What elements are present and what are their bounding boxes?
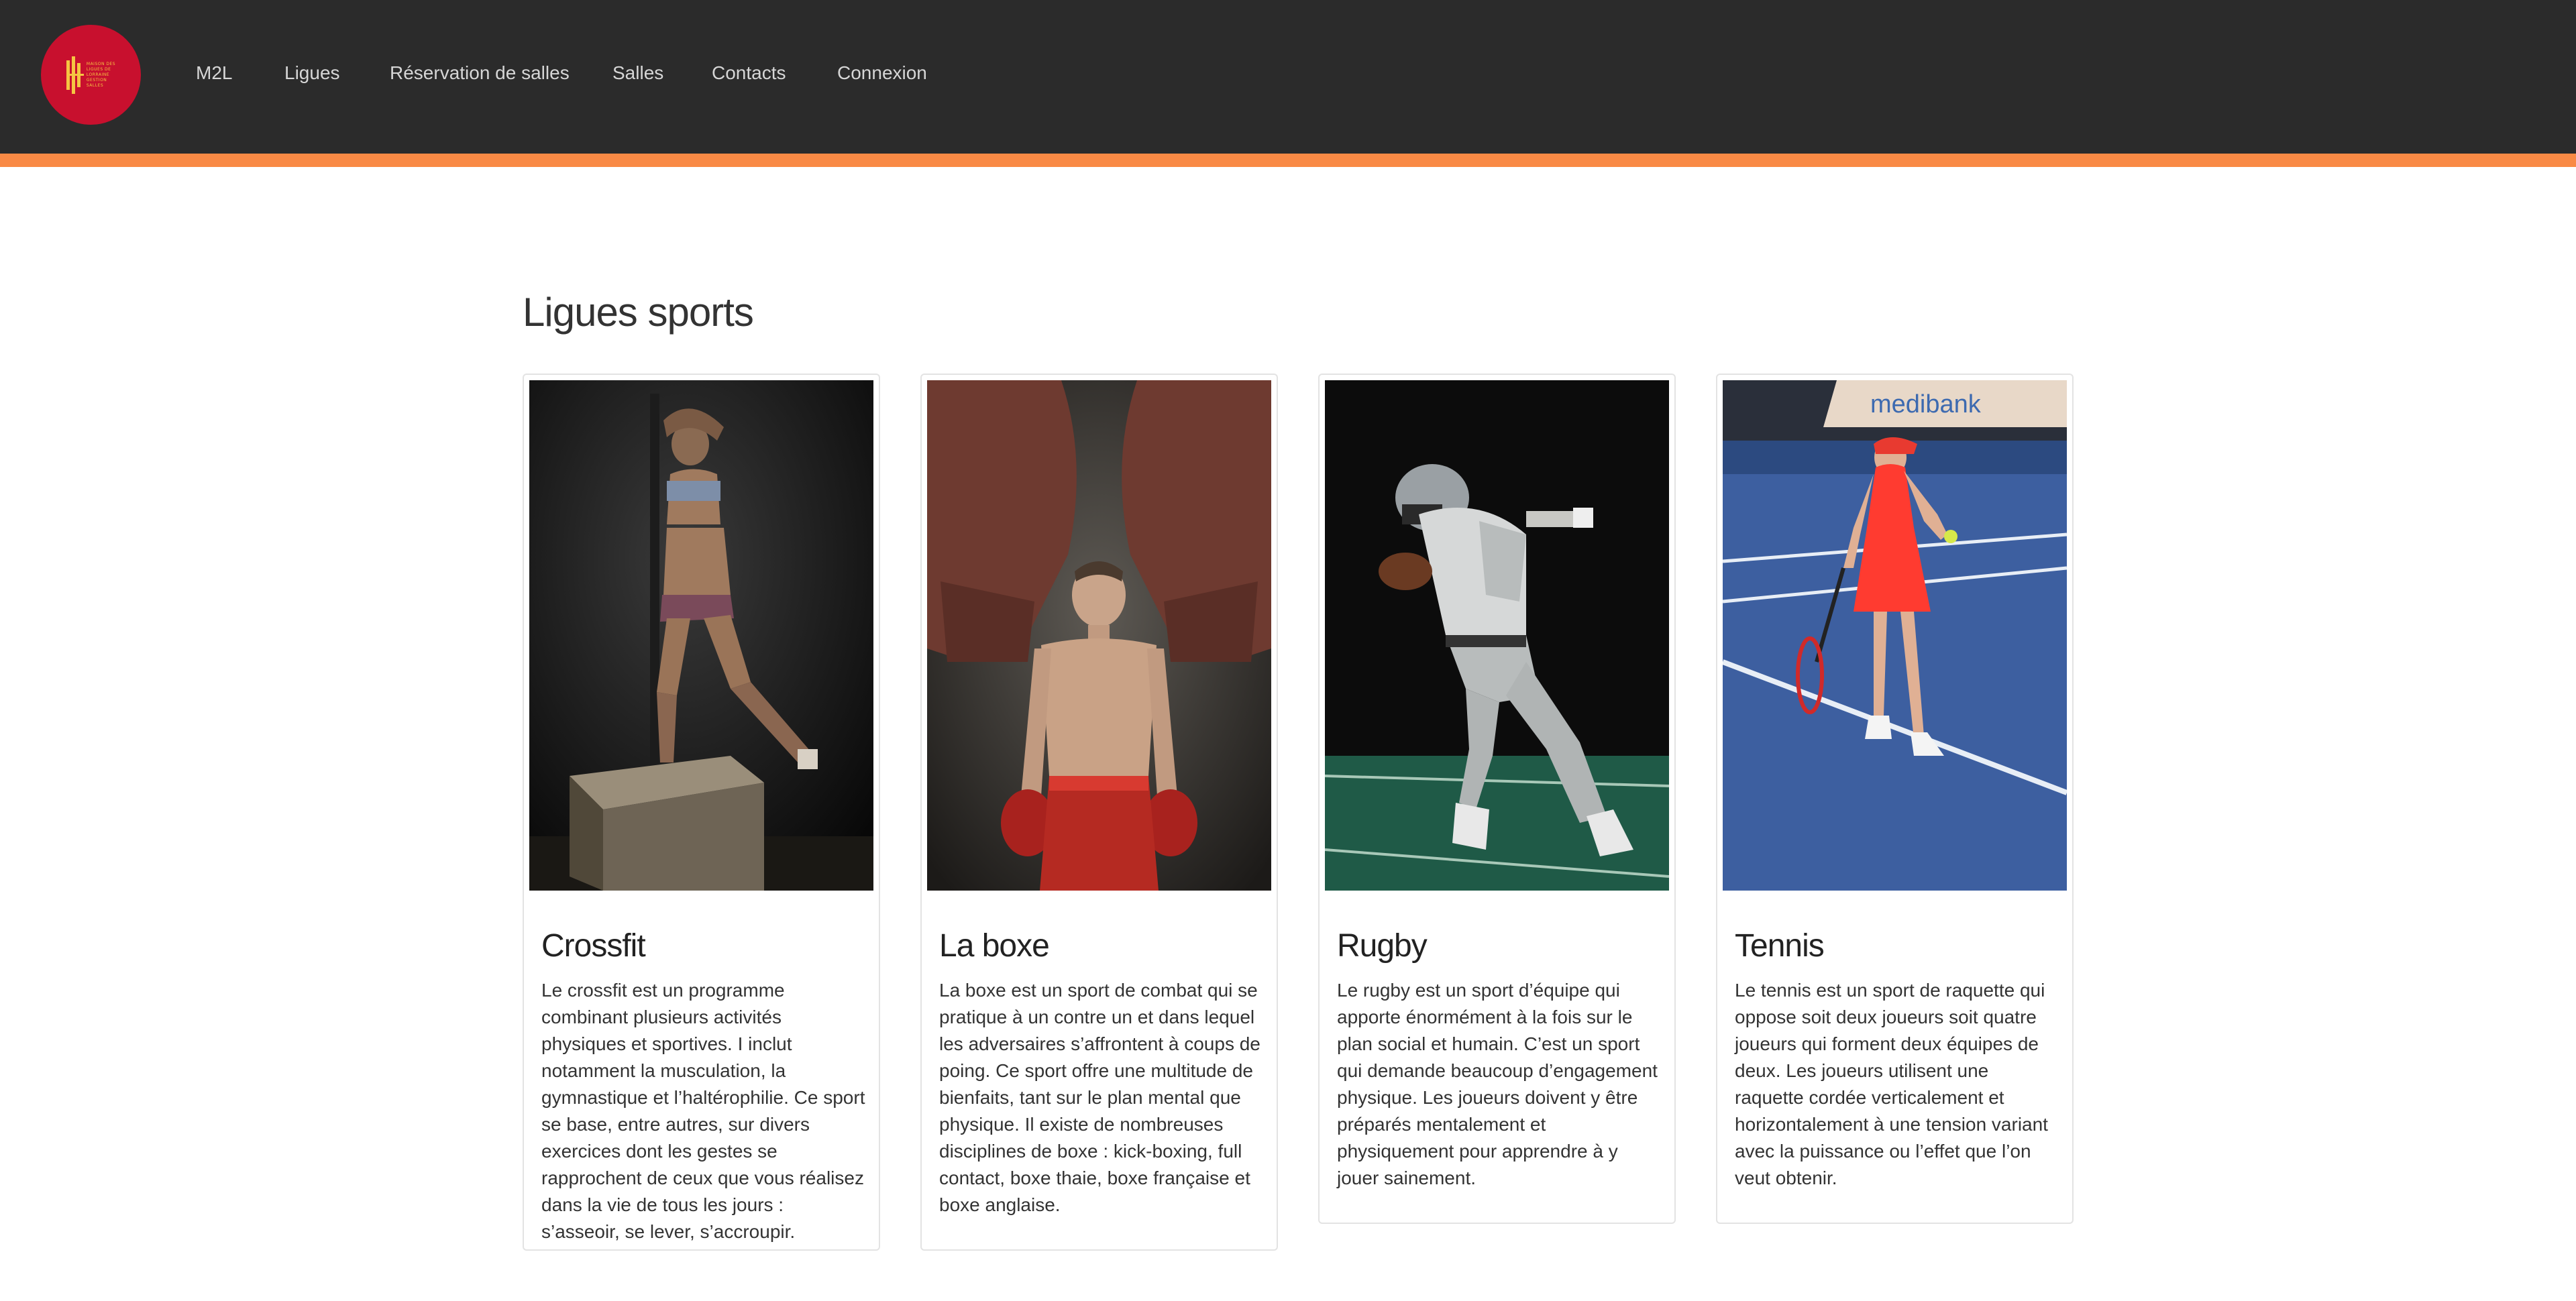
card-boxe[interactable]: La boxe La boxe est un sport de combat q… (920, 374, 1278, 1251)
card-crossfit[interactable]: Crossfit Le crossfit est un programme co… (523, 374, 880, 1251)
card-description: Le crossfit est un programme combinant p… (541, 980, 865, 1242)
card-description: Le rugby est un sport d’équipe qui appor… (1337, 980, 1658, 1188)
card-title: Tennis (1735, 928, 1825, 964)
nav-item-m2l[interactable]: M2L (196, 62, 232, 84)
navbar: MAISON DES LIGUES DE LORRAINE GESTION SA… (0, 0, 2576, 167)
boxing-image (927, 380, 1271, 891)
page-title: Ligues sports (523, 290, 754, 335)
nav-item-connexion[interactable]: Connexion (837, 62, 927, 84)
nav-item-contacts[interactable]: Contacts (712, 62, 786, 84)
card-title: La boxe (939, 928, 1050, 964)
nav-item-ligues[interactable]: Ligues (284, 62, 340, 84)
card-description: La boxe est un sport de combat qui se pr… (939, 980, 1260, 1215)
card-description: Le tennis est un sport de raquette qui o… (1735, 980, 2048, 1188)
card-title: Rugby (1337, 928, 1428, 964)
tennis-image: medibank (1723, 380, 2067, 891)
crossfit-image (529, 380, 873, 891)
card-title: Crossfit (541, 928, 646, 964)
card-tennis[interactable]: medibank Tennis Le tennis est un sport d… (1716, 374, 2074, 1224)
nav-item-salles[interactable]: Salles (612, 62, 663, 84)
nav-item-reservation[interactable]: Réservation de salles (390, 62, 570, 84)
rugby-image (1325, 380, 1669, 891)
medibank-banner: medibank (1870, 390, 1982, 418)
main-nav: M2L Ligues Réservation de salles Salles … (0, 0, 2576, 154)
card-rugby[interactable]: Rugby Le rugby est un sport d’équipe qui… (1318, 374, 1676, 1224)
